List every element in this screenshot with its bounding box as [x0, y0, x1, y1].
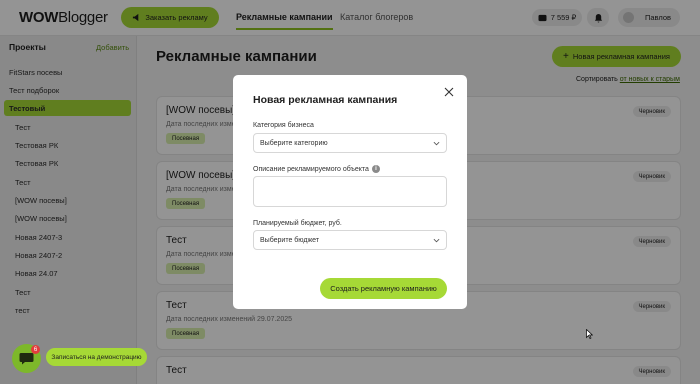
demo-signup-button[interactable]: Записаться на демонстрацию [46, 348, 147, 366]
info-icon[interactable]: i [371, 165, 380, 173]
chat-badge: 6 [31, 345, 40, 354]
create-campaign-button[interactable]: Создать рекламную кампанию [320, 278, 447, 299]
chevron-down-icon [433, 238, 440, 243]
description-label-row: Описание рекламируемого объекта i [253, 165, 380, 173]
budget-placeholder: Выберите бюджет [260, 236, 320, 244]
chevron-down-icon [433, 141, 440, 146]
new-campaign-modal: Новая рекламная кампания Категория бизне… [233, 75, 467, 309]
budget-label: Планируемый бюджет, руб. [253, 220, 342, 227]
category-select[interactable]: Выберите категорию [253, 133, 447, 153]
category-placeholder: Выберите категорию [260, 139, 328, 147]
category-label: Категория бизнеса [253, 122, 314, 129]
cursor-icon [586, 329, 593, 339]
close-button[interactable] [442, 85, 456, 99]
modal-title: Новая рекламная кампания [253, 94, 398, 106]
chat-icon [19, 353, 34, 365]
budget-select[interactable]: Выберите бюджет [253, 230, 447, 250]
description-label: Описание рекламируемого объекта [253, 165, 369, 173]
close-icon [444, 87, 454, 97]
description-textarea[interactable] [253, 176, 447, 207]
